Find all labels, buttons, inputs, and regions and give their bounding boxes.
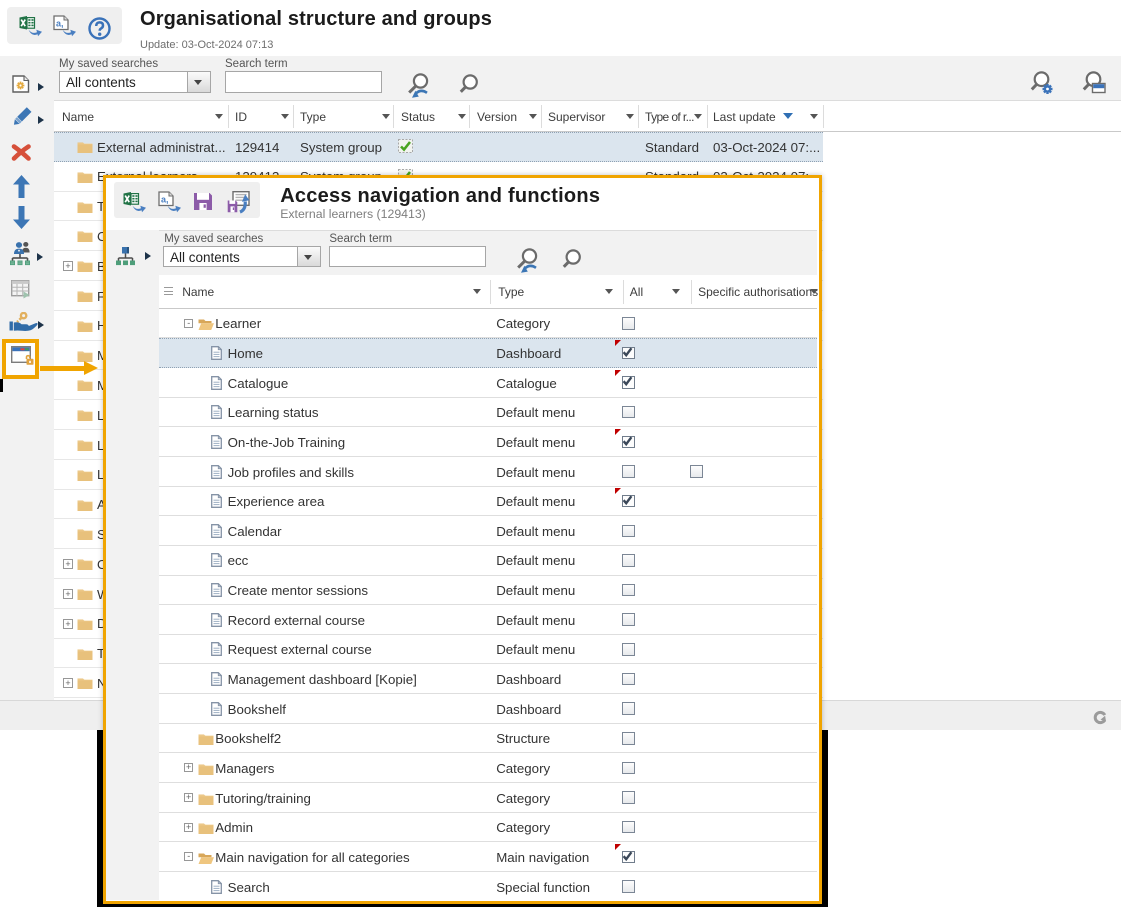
svg-text:a,: a, [161,194,169,204]
svg-text:a,: a, [56,19,64,29]
